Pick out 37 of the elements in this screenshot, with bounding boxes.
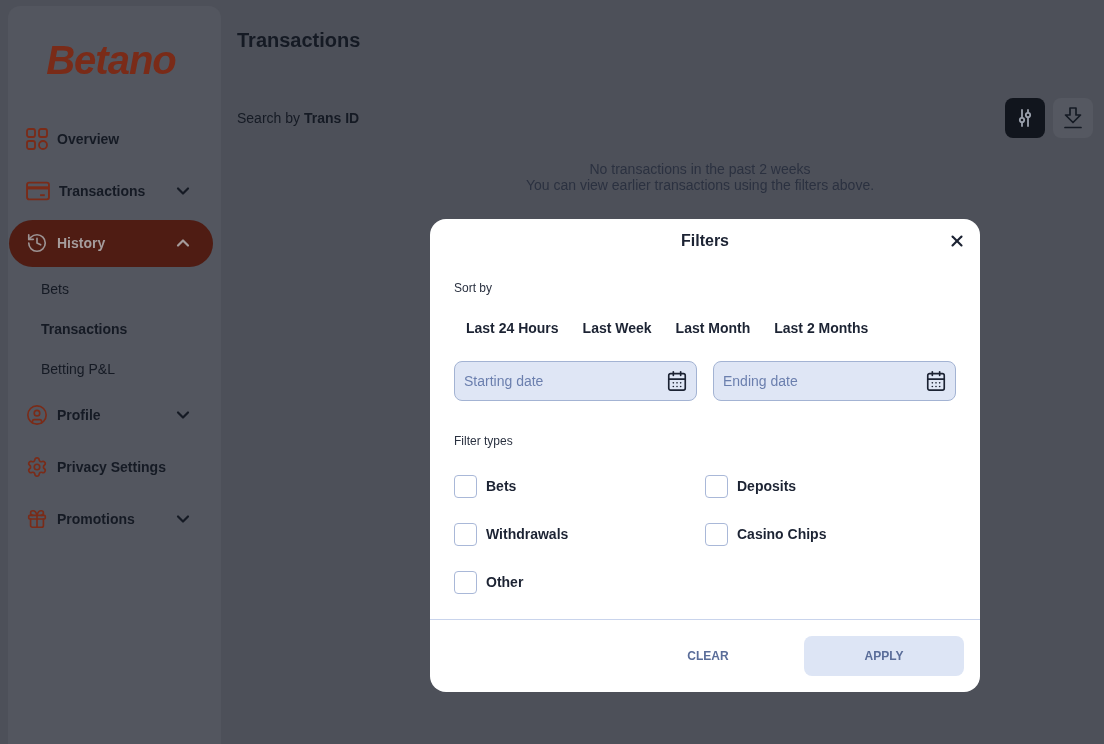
history-icon [26, 232, 48, 254]
date-field[interactable]: Starting date [454, 361, 697, 401]
calendar-icon [925, 370, 947, 392]
page-title: Transactions [237, 28, 361, 53]
clear-button[interactable]: CLEAR [628, 636, 788, 676]
checkbox-label[interactable]: Withdrawals [486, 523, 569, 545]
period-option[interactable]: Last 2 Months [762, 310, 881, 346]
dialog-title: Filters [681, 231, 729, 251]
period-option[interactable]: Last Week [570, 310, 664, 346]
period-option[interactable]: Last Month [663, 310, 763, 346]
filter-button[interactable] [1005, 98, 1045, 138]
settings-icon [26, 456, 48, 478]
checkbox[interactable] [454, 570, 477, 594]
period-option[interactable]: Last 24 Hours [454, 310, 571, 346]
user-icon [26, 404, 48, 426]
section-label: Sort by [454, 280, 492, 296]
checkbox-label[interactable]: Bets [486, 475, 517, 497]
section-label: Filter types [454, 433, 513, 449]
checkbox-label[interactable]: Deposits [737, 475, 797, 497]
sidebar-item[interactable]: History [9, 219, 213, 267]
credit-card-icon [26, 181, 50, 201]
date-field[interactable]: Ending date [713, 361, 956, 401]
grid-icon [26, 128, 48, 150]
download-button[interactable] [1053, 98, 1093, 138]
checkbox[interactable] [454, 522, 477, 546]
download-icon [1063, 107, 1083, 129]
sliders-icon [1018, 109, 1032, 127]
checkbox[interactable] [705, 522, 728, 546]
calendar-icon [666, 370, 688, 392]
checkbox[interactable] [454, 474, 477, 498]
checkbox-label[interactable]: Casino Chips [737, 523, 827, 545]
apply-button[interactable]: APPLY [804, 636, 964, 676]
checkbox-label[interactable]: Other [486, 571, 524, 593]
gift-icon [26, 508, 48, 530]
close-button[interactable] [948, 232, 966, 250]
checkbox[interactable] [705, 474, 728, 498]
close-icon [948, 232, 966, 250]
